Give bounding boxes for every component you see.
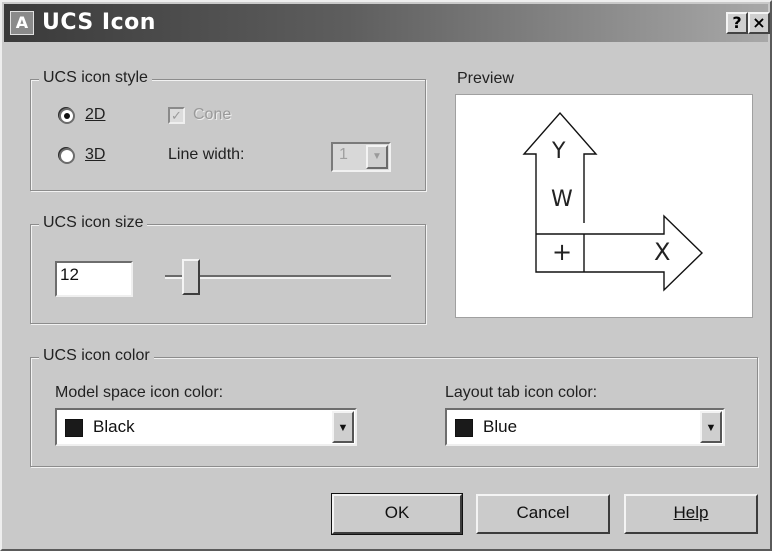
- layout-tab-color-value: Blue: [483, 417, 518, 436]
- icon-size-input[interactable]: 12: [55, 261, 133, 297]
- radio-3d[interactable]: [59, 148, 75, 164]
- ucs-icon-color-group: UCS icon color Model space icon color: B…: [30, 347, 758, 467]
- x-axis-label: X: [654, 238, 671, 266]
- ucs-icon-color-legend: UCS icon color: [39, 347, 154, 365]
- ok-button[interactable]: OK: [331, 493, 463, 535]
- model-space-color-select[interactable]: Black ▼: [55, 408, 357, 446]
- ucs-icon-dialog: A UCS Icon ? × UCS icon style 2D 3D ✓ Co…: [0, 0, 772, 551]
- cone-label: Cone: [193, 106, 232, 123]
- model-space-color-label: Model space icon color:: [55, 384, 224, 401]
- window-title: UCS Icon: [42, 10, 156, 35]
- help-button[interactable]: Help: [624, 494, 758, 534]
- app-icon: A: [10, 11, 34, 35]
- cancel-button-label: Cancel: [516, 503, 570, 522]
- ucs-icon-style-group: UCS icon style 2D 3D ✓ Cone Line width: …: [30, 69, 426, 191]
- model-space-color-value: Black: [93, 417, 135, 436]
- help-button-label: Help: [673, 503, 709, 522]
- chevron-down-icon[interactable]: ▼: [366, 145, 388, 169]
- line-width-select[interactable]: 1 ▼: [331, 142, 391, 172]
- line-width-value: 1: [339, 146, 348, 163]
- preview-panel: Y W + X: [455, 94, 753, 318]
- icon-size-slider-thumb[interactable]: [181, 259, 200, 295]
- chevron-down-icon[interactable]: ▼: [700, 411, 722, 443]
- layout-tab-color-label: Layout tab icon color:: [445, 384, 598, 401]
- ucs-icon-style-legend: UCS icon style: [39, 69, 152, 87]
- radio-2d-label[interactable]: 2D: [85, 106, 105, 124]
- cone-checkbox[interactable]: ✓: [168, 107, 185, 124]
- layout-tab-color-select[interactable]: Blue ▼: [445, 408, 725, 446]
- layout-tab-color-swatch: [455, 419, 473, 437]
- ucs-icon-size-legend: UCS icon size: [39, 214, 148, 232]
- origin-plus-label: +: [552, 238, 573, 266]
- radio-3d-label[interactable]: 3D: [85, 146, 105, 164]
- model-space-color-swatch: [65, 419, 83, 437]
- ucs-icon-size-group: UCS icon size 12: [30, 214, 426, 324]
- y-axis-label: Y: [552, 139, 566, 164]
- preview-group: Preview Y W + X: [448, 70, 758, 324]
- cancel-button[interactable]: Cancel: [476, 494, 610, 534]
- line-width-label: Line width:: [168, 146, 245, 163]
- title-bar[interactable]: A UCS Icon ? ×: [4, 4, 770, 42]
- radio-dot-icon: [64, 113, 70, 119]
- radio-2d[interactable]: [59, 108, 75, 124]
- ok-button-label: OK: [384, 503, 410, 522]
- preview-legend: Preview: [453, 70, 518, 88]
- chevron-down-icon[interactable]: ▼: [332, 411, 354, 443]
- close-button[interactable]: ×: [748, 12, 770, 34]
- help-title-button[interactable]: ?: [726, 12, 748, 34]
- w-label: W: [551, 187, 573, 212]
- ucs-preview-graphic: [522, 111, 704, 292]
